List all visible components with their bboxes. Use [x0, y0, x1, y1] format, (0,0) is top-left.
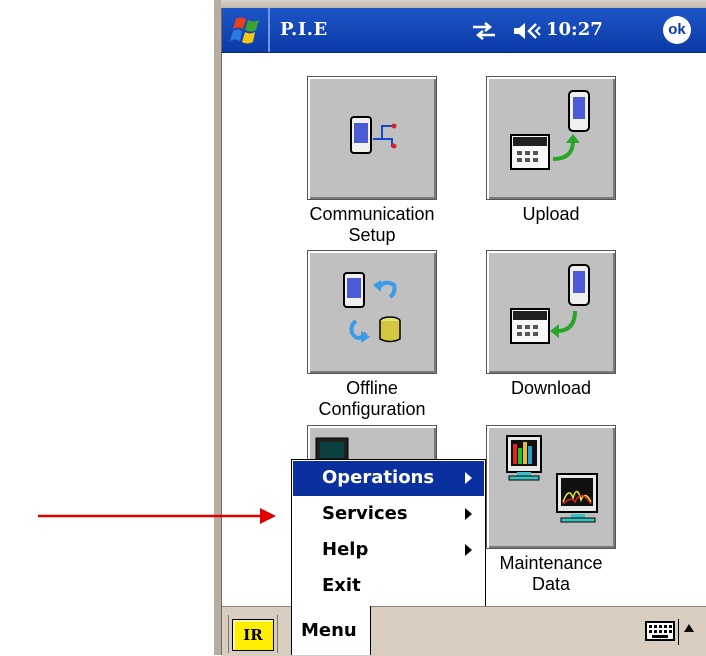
menu-soft-key[interactable]: Menu	[291, 606, 371, 655]
menu-item-label: Operations	[322, 467, 435, 488]
clock[interactable]: 10:27	[546, 19, 603, 40]
offline-configuration-button[interactable]	[307, 250, 437, 374]
maintenance-data-icon	[506, 435, 598, 523]
communication-setup-tile[interactable]: Communication Setup	[307, 76, 437, 245]
device-edge	[214, 0, 222, 655]
divider	[678, 619, 679, 645]
divider	[228, 615, 229, 653]
popup-menu: Operations Services Help Exit	[291, 459, 486, 607]
divider	[277, 615, 278, 653]
tile-label: Upload	[522, 204, 580, 224]
input-panel-arrow-icon[interactable]	[684, 624, 694, 632]
upload-button[interactable]	[486, 76, 616, 200]
keyboard-icon[interactable]	[645, 621, 675, 641]
download-button[interactable]	[486, 250, 616, 374]
pda-network-icon	[350, 116, 397, 154]
menu-item-exit[interactable]: Exit	[293, 569, 484, 604]
download-tile[interactable]: Download	[486, 250, 616, 398]
device-top-edge	[221, 0, 706, 8]
ir-button[interactable]: IR	[232, 619, 274, 651]
menu-item-label: Help	[322, 539, 369, 560]
windows-flag-icon[interactable]	[230, 15, 266, 45]
offline-config-icon	[343, 272, 401, 343]
submenu-arrow-icon	[465, 472, 472, 484]
menu-item-label: Exit	[322, 575, 361, 596]
maintenance-data-button[interactable]	[486, 425, 616, 549]
connectivity-icon[interactable]	[471, 21, 497, 41]
menu-item-operations[interactable]: Operations	[293, 461, 484, 496]
soft-key-bar: IR Menu	[222, 606, 706, 656]
submenu-arrow-icon	[465, 544, 472, 556]
title-separator	[268, 8, 270, 52]
annotation-arrow-icon	[38, 508, 276, 524]
menu-item-help[interactable]: Help	[293, 533, 484, 568]
upload-icon	[510, 90, 590, 170]
menu-item-services[interactable]: Services	[293, 497, 484, 532]
app-title: P.I.E	[280, 19, 328, 40]
volume-icon[interactable]	[512, 21, 542, 41]
ok-button[interactable]: ok	[663, 16, 691, 44]
offline-configuration-tile[interactable]: Offline Configuration	[307, 250, 437, 419]
maintenance-data-tile[interactable]: Maintenance Data	[486, 425, 616, 594]
download-icon	[510, 264, 590, 344]
upload-tile[interactable]: Upload	[486, 76, 616, 224]
tile-label: Download	[510, 378, 592, 398]
menu-item-label: Services	[322, 503, 408, 524]
menu-soft-key-label: Menu	[301, 620, 357, 641]
submenu-arrow-icon	[465, 508, 472, 520]
communication-setup-button[interactable]	[307, 76, 437, 200]
title-bar: P.I.E 10:27 ok	[222, 8, 706, 53]
